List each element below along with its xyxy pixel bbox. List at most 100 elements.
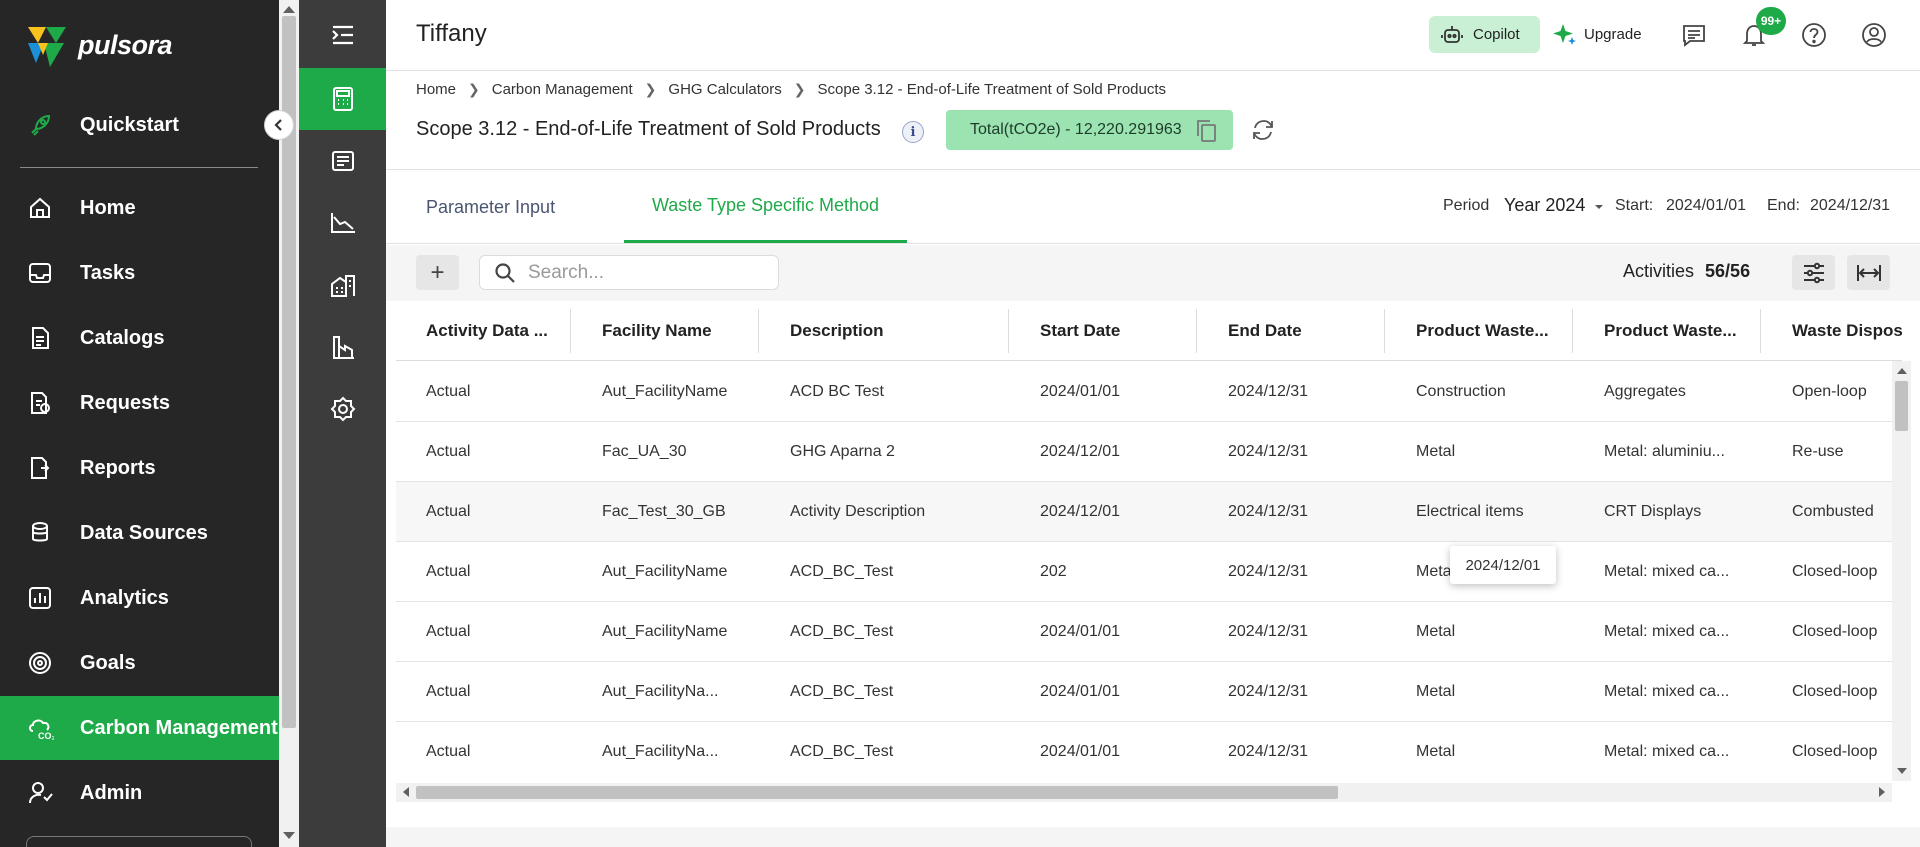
svg-text:CO₂: CO₂ <box>38 731 54 741</box>
breadcrumb-home[interactable]: Home <box>416 81 456 98</box>
cell-description: ACD_BC_Test <box>790 683 894 700</box>
rail-item-calculator[interactable] <box>299 68 386 130</box>
cell-waste-disposal: Re-use <box>1792 443 1844 460</box>
breadcrumb-carbon-management[interactable]: Carbon Management <box>492 81 633 98</box>
period-select[interactable]: Year 2024 <box>1504 195 1604 216</box>
column-resizer[interactable] <box>1008 309 1009 353</box>
sidebar-item-reports[interactable]: Reports <box>0 436 279 500</box>
sidebar-item-catalogs[interactable]: Catalogs <box>0 306 279 370</box>
table-row[interactable]: Actual Aut_FacilityName ACD_BC_Test 202 … <box>396 542 1902 602</box>
rail-item-ledger[interactable] <box>299 130 386 192</box>
table-row[interactable]: Actual Fac_UA_30 GHG Aparna 2 2024/12/01… <box>396 422 1902 482</box>
column-resizer[interactable] <box>1384 309 1385 353</box>
chat-icon <box>1683 25 1705 47</box>
column-header-description[interactable]: Description <box>790 301 990 361</box>
filter-settings-button[interactable] <box>1792 255 1835 290</box>
scroll-left-arrow-icon[interactable] <box>403 787 409 797</box>
breadcrumb-current: Scope 3.12 - End-of-Life Treatment of So… <box>817 81 1167 98</box>
cell-tooltip: 2024/12/01 <box>1450 546 1556 584</box>
search-icon <box>495 262 515 283</box>
activities-count: 56/56 <box>1705 261 1751 281</box>
column-resizer[interactable] <box>570 309 571 353</box>
sidebar-item-carbon-management[interactable]: CO₂ Carbon Management <box>0 696 279 760</box>
cell-start-date: 2024/01/01 <box>1040 683 1121 700</box>
cell-activity-data: Actual <box>426 623 471 640</box>
pulsora-logo[interactable]: pulsora <box>24 21 173 69</box>
column-resizer[interactable] <box>1196 309 1197 353</box>
breadcrumb-ghg-calculators[interactable]: GHG Calculators <box>668 81 781 98</box>
cell-product-waste-category: Construction <box>1416 383 1506 400</box>
copilot-robot-icon <box>1441 25 1463 43</box>
caret-down-icon <box>1594 204 1603 209</box>
column-header-product-waste-type[interactable]: Product Waste... <box>1604 301 1754 361</box>
chevron-right-icon: ❯ <box>468 81 480 97</box>
activities-counter: Activities 56/56 <box>1623 261 1750 282</box>
column-header-end-date[interactable]: End Date <box>1228 301 1378 361</box>
scroll-up-arrow-icon[interactable] <box>1897 368 1907 374</box>
cell-product-waste-type: Metal: mixed ca... <box>1604 623 1730 640</box>
inbox-icon <box>26 259 54 287</box>
copilot-button[interactable]: Copilot <box>1429 16 1540 53</box>
scroll-up-arrow-icon[interactable] <box>283 6 295 13</box>
table-horizontal-scrollbar[interactable] <box>396 783 1892 802</box>
column-header-waste-disposal[interactable]: Waste Disposa... <box>1792 301 1902 361</box>
cell-facility-name: Fac_Test_30_GB <box>602 503 726 520</box>
scroll-down-arrow-icon[interactable] <box>283 832 295 839</box>
tab-parameter-input[interactable]: Parameter Input <box>426 171 555 243</box>
rail-item-trends[interactable] <box>299 192 386 254</box>
sidebar-item-home[interactable]: Home <box>0 176 279 240</box>
main-content: Tiffany Copilot Upgrade 99+ Home ❯ Carbo… <box>386 0 1920 847</box>
end-date: 2024/12/31 <box>1810 197 1891 214</box>
table-row[interactable]: Actual Fac_Test_30_GB Activity Descripti… <box>396 482 1902 542</box>
table-row[interactable]: Actual Aut_FacilityNa... ACD_BC_Test 202… <box>396 722 1902 781</box>
profile-button[interactable] <box>1859 20 1889 50</box>
table-row[interactable]: Actual Aut_FacilityNa... ACD_BC_Test 202… <box>396 662 1902 722</box>
messages-button[interactable] <box>1679 20 1709 50</box>
column-resizer[interactable] <box>758 309 759 353</box>
ledger-icon <box>331 151 354 171</box>
scroll-down-arrow-icon[interactable] <box>1897 768 1907 774</box>
sidebar-item-requests[interactable]: Requests <box>0 371 279 435</box>
search-input[interactable] <box>528 261 758 284</box>
rail-item-factory[interactable] <box>299 316 386 378</box>
tab-waste-type-specific-method[interactable]: Waste Type Specific Method <box>624 171 907 243</box>
rail-item-buildings[interactable] <box>299 254 386 316</box>
scrollbar-thumb[interactable] <box>416 786 1338 799</box>
database-icon <box>26 519 54 547</box>
table-row[interactable]: Actual Aut_FacilityName ACD_BC_Test 2024… <box>396 602 1902 662</box>
refresh-button[interactable] <box>1250 117 1276 148</box>
sidebar-item-label: Goals <box>80 651 136 674</box>
upgrade-button[interactable]: Upgrade <box>1552 16 1642 53</box>
cell-product-waste-category: Metal <box>1416 683 1456 700</box>
rail-item-settings[interactable] <box>299 378 386 440</box>
rail-toggle-menu[interactable] <box>299 4 386 66</box>
sidebar-item-tasks[interactable]: Tasks <box>0 241 279 305</box>
sidebar-item-quickstart[interactable]: Quickstart <box>0 93 279 157</box>
sidebar-item-analytics[interactable]: Analytics <box>0 566 279 630</box>
sidebar-item-goals[interactable]: Goals <box>0 631 279 695</box>
help-button[interactable] <box>1799 20 1829 50</box>
info-icon[interactable]: i <box>902 121 924 143</box>
cell-waste-disposal: Open-loop <box>1792 383 1867 400</box>
scrollbar-thumb[interactable] <box>1895 381 1908 431</box>
column-header-facility-name[interactable]: Facility Name <box>602 301 752 361</box>
column-header-start-date[interactable]: Start Date <box>1040 301 1190 361</box>
column-resizer[interactable] <box>1572 309 1573 353</box>
table-vertical-scrollbar[interactable] <box>1892 361 1911 781</box>
table-row[interactable]: Actual Aut_FacilityName ACD BC Test 2024… <box>396 362 1902 422</box>
column-header-product-waste-category[interactable]: Product Waste... <box>1416 301 1566 361</box>
sidebar-collapse-button[interactable] <box>264 110 294 140</box>
column-header-activity-data[interactable]: Activity Data ... <box>426 301 551 361</box>
cell-start-date: 2024/12/01 <box>1040 443 1121 460</box>
sidebar-item-admin[interactable]: Admin <box>0 761 279 825</box>
column-resizer[interactable] <box>1760 309 1761 353</box>
scroll-right-arrow-icon[interactable] <box>1879 787 1885 797</box>
cell-description: ACD BC Test <box>790 383 884 400</box>
sidebar-bottom-widget[interactable] <box>26 836 252 847</box>
add-activity-button[interactable]: + <box>416 255 459 290</box>
copy-icon[interactable] <box>1195 119 1217 148</box>
cell-description: GHG Aparna 2 <box>790 443 895 460</box>
fit-columns-button[interactable] <box>1847 255 1890 290</box>
sidebar-item-data-sources[interactable]: Data Sources <box>0 501 279 565</box>
cell-activity-data: Actual <box>426 503 471 520</box>
